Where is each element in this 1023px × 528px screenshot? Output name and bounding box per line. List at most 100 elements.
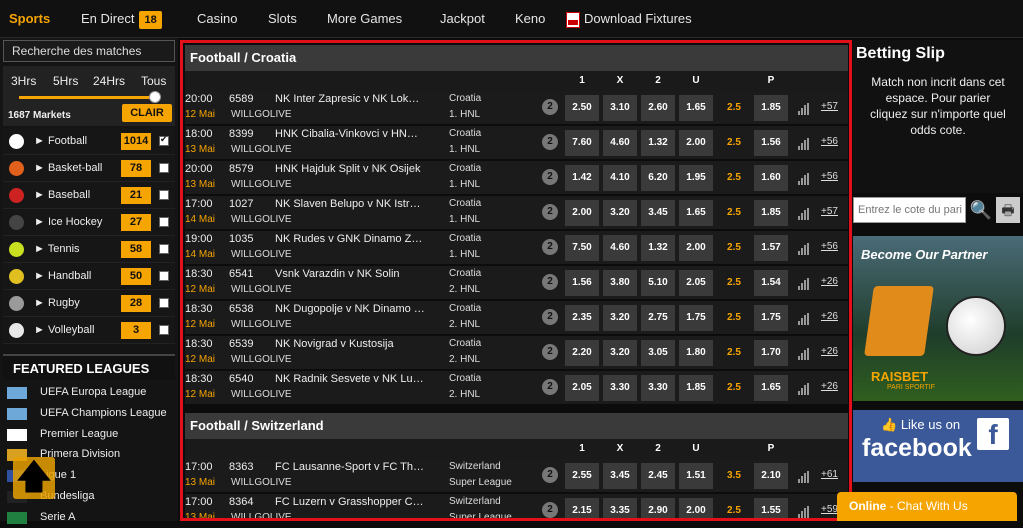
search-matches-button[interactable]: Recherche des matches bbox=[3, 40, 175, 62]
match-teams[interactable]: FC Luzern v Grasshopper C… bbox=[275, 496, 435, 508]
nav-download-fixtures[interactable]: Download Fixtures bbox=[566, 0, 692, 38]
sport-checkbox[interactable] bbox=[159, 163, 169, 173]
stats-icon[interactable] bbox=[798, 471, 810, 483]
odds-button[interactable]: 1.65 bbox=[754, 375, 788, 401]
odds-button[interactable]: 1.65 bbox=[679, 95, 713, 121]
odds-button[interactable]: 3.20 bbox=[603, 305, 637, 331]
time-slider-track[interactable] bbox=[19, 96, 155, 99]
partner-banner[interactable]: Become Our Partner RAISBET PARI SPORTIF bbox=[853, 236, 1023, 401]
odds-button[interactable]: 3.45 bbox=[603, 463, 637, 489]
sport-checkbox[interactable] bbox=[159, 134, 169, 146]
odds-button[interactable]: 1.85 bbox=[754, 200, 788, 226]
info-icon[interactable]: 2 bbox=[542, 169, 558, 185]
odds-button[interactable]: 2.00 bbox=[565, 200, 599, 226]
nav-more-games[interactable]: More Games bbox=[327, 0, 402, 38]
more-markets-link[interactable]: +56 bbox=[821, 241, 838, 252]
info-icon[interactable]: 2 bbox=[542, 502, 558, 518]
odds-button[interactable]: 2.45 bbox=[641, 463, 675, 489]
timeframe-all[interactable]: Tous bbox=[141, 74, 166, 88]
scroll-top-button[interactable]: 🡅 bbox=[13, 457, 55, 499]
match-teams[interactable]: HNK Hajduk Split v NK Osijek bbox=[275, 163, 435, 175]
odds-button[interactable]: 1.32 bbox=[641, 130, 675, 156]
stats-icon[interactable] bbox=[798, 348, 810, 360]
sport-item[interactable]: ► Handball 50 bbox=[3, 263, 175, 290]
odds-button[interactable]: 3.20 bbox=[603, 340, 637, 366]
stats-icon[interactable] bbox=[798, 243, 810, 255]
info-icon[interactable]: 2 bbox=[542, 99, 558, 115]
info-icon[interactable]: 2 bbox=[542, 134, 558, 150]
nav-keno[interactable]: Keno bbox=[515, 0, 545, 38]
odds-button[interactable]: 1.57 bbox=[754, 235, 788, 261]
odds-button[interactable]: 3.05 bbox=[641, 340, 675, 366]
odds-button[interactable]: 1.56 bbox=[565, 270, 599, 296]
odds-button[interactable]: 1.75 bbox=[679, 305, 713, 331]
more-markets-link[interactable]: +26 bbox=[821, 276, 838, 287]
match-teams[interactable]: HNK Cibalia-Vinkovci v HN… bbox=[275, 128, 435, 140]
match-teams[interactable]: NK Novigrad v Kustosija bbox=[275, 338, 435, 350]
nav-casino[interactable]: Casino bbox=[197, 0, 237, 38]
print-icon[interactable]: 🖶 bbox=[996, 197, 1020, 223]
sport-checkbox[interactable] bbox=[159, 217, 169, 227]
sport-checkbox[interactable] bbox=[159, 271, 169, 281]
sport-checkbox[interactable] bbox=[159, 190, 169, 200]
more-markets-link[interactable]: +56 bbox=[821, 171, 838, 182]
odds-button[interactable]: 2.55 bbox=[565, 463, 599, 489]
odds-button[interactable]: 3.10 bbox=[603, 95, 637, 121]
sport-checkbox[interactable] bbox=[159, 298, 169, 308]
sport-checkbox[interactable] bbox=[159, 325, 169, 335]
match-teams[interactable]: NK Inter Zapresic v NK Lok… bbox=[275, 93, 435, 105]
nav-jackpot[interactable]: Jackpot bbox=[440, 0, 485, 38]
stats-icon[interactable] bbox=[798, 138, 810, 150]
odds-button[interactable]: 3.20 bbox=[603, 200, 637, 226]
info-icon[interactable]: 2 bbox=[542, 344, 558, 360]
clear-button[interactable]: CLAIR bbox=[122, 104, 172, 122]
odds-button[interactable]: 1.95 bbox=[679, 165, 713, 191]
sport-item[interactable]: ► Football 1014 bbox=[3, 128, 175, 155]
odds-button[interactable]: 1.85 bbox=[754, 95, 788, 121]
odds-button[interactable]: 4.60 bbox=[603, 130, 637, 156]
odds-button[interactable]: 6.20 bbox=[641, 165, 675, 191]
match-teams[interactable]: NK Rudes v GNK Dinamo Z… bbox=[275, 233, 435, 245]
league-item[interactable]: Serie A bbox=[3, 507, 175, 528]
odds-button[interactable]: 2.35 bbox=[565, 305, 599, 331]
match-teams[interactable]: NK Dugopolje v NK Dinamo … bbox=[275, 303, 435, 315]
nav-slots[interactable]: Slots bbox=[268, 0, 297, 38]
odds-button[interactable]: 1.42 bbox=[565, 165, 599, 191]
odds-button[interactable]: 1.85 bbox=[679, 375, 713, 401]
timeframe-3hrs[interactable]: 3Hrs bbox=[11, 74, 36, 88]
more-markets-link[interactable]: +26 bbox=[821, 311, 838, 322]
league-item[interactable]: Premier League bbox=[3, 424, 175, 445]
chat-button[interactable]: Online - Chat With Us bbox=[837, 492, 1017, 521]
odds-button[interactable]: 2.10 bbox=[754, 463, 788, 489]
odds-button[interactable]: 1.55 bbox=[754, 498, 788, 518]
odds-button[interactable]: 2.60 bbox=[641, 95, 675, 121]
odds-button[interactable]: 3.30 bbox=[641, 375, 675, 401]
more-markets-link[interactable]: +59 bbox=[821, 504, 838, 515]
odds-button[interactable]: 1.70 bbox=[754, 340, 788, 366]
odds-button[interactable]: 3.80 bbox=[603, 270, 637, 296]
nav-en-direct[interactable]: En Direct 18 bbox=[81, 0, 162, 38]
more-markets-link[interactable]: +61 bbox=[821, 469, 838, 480]
odds-button[interactable]: 4.60 bbox=[603, 235, 637, 261]
sport-item[interactable]: ► Ice Hockey 27 bbox=[3, 209, 175, 236]
stats-icon[interactable] bbox=[798, 383, 810, 395]
info-icon[interactable]: 2 bbox=[542, 204, 558, 220]
info-icon[interactable]: 2 bbox=[542, 309, 558, 325]
odds-button[interactable]: 1.80 bbox=[679, 340, 713, 366]
sport-item[interactable]: ► Volleyball 3 bbox=[3, 317, 175, 344]
odds-button[interactable]: 1.60 bbox=[754, 165, 788, 191]
odds-button[interactable]: 1.54 bbox=[754, 270, 788, 296]
search-icon[interactable]: 🔍 bbox=[968, 197, 994, 223]
info-icon[interactable]: 2 bbox=[542, 379, 558, 395]
stats-icon[interactable] bbox=[798, 506, 810, 518]
stats-icon[interactable] bbox=[798, 103, 810, 115]
more-markets-link[interactable]: +57 bbox=[821, 101, 838, 112]
match-teams[interactable]: NK Radnik Sesvete v NK Lu… bbox=[275, 373, 435, 385]
odds-button[interactable]: 2.00 bbox=[679, 498, 713, 518]
odds-button[interactable]: 7.50 bbox=[565, 235, 599, 261]
odds-code-input[interactable] bbox=[853, 197, 966, 223]
sport-item[interactable]: ► Rugby 28 bbox=[3, 290, 175, 317]
odds-button[interactable]: 7.60 bbox=[565, 130, 599, 156]
odds-button[interactable]: 4.10 bbox=[603, 165, 637, 191]
odds-button[interactable]: 3.30 bbox=[603, 375, 637, 401]
